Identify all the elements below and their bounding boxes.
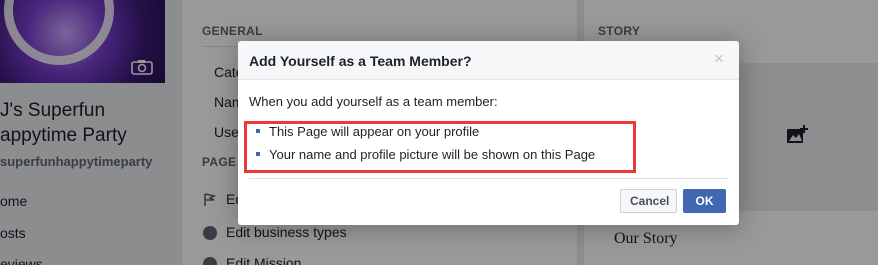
bullet-item: This Page will appear on your profile xyxy=(254,124,595,147)
close-icon[interactable]: × xyxy=(712,50,726,67)
dialog-title: Add Yourself as a Team Member? xyxy=(249,53,472,69)
bullet-list: This Page will appear on your profile Yo… xyxy=(254,124,595,170)
cancel-button[interactable]: Cancel xyxy=(620,189,677,213)
dialog-header: Add Yourself as a Team Member? × xyxy=(238,41,739,80)
bullet-item: Your name and profile picture will be sh… xyxy=(254,147,595,170)
dialog-body: When you add yourself as a team member: xyxy=(238,80,739,109)
footer-divider xyxy=(249,178,728,179)
team-member-dialog: Add Yourself as a Team Member? × When yo… xyxy=(238,41,739,225)
dialog-intro-text: When you add yourself as a team member: xyxy=(249,94,498,109)
ok-button[interactable]: OK xyxy=(683,189,726,213)
